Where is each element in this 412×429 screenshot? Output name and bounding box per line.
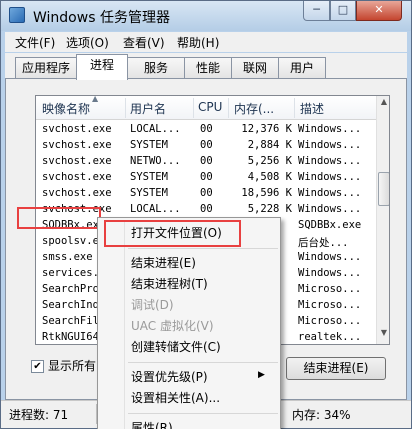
context-menu-item[interactable]: 结束进程(E): [131, 254, 196, 271]
menu-separator: [128, 248, 278, 249]
table-cell: 5,228 K: [247, 203, 292, 215]
table-cell: svchost.exe: [42, 171, 112, 183]
table-cell: SQDBBx.exe: [298, 219, 362, 231]
table-cell: 00: [200, 203, 213, 215]
column-divider[interactable]: [125, 98, 126, 118]
table-cell: Windows...: [298, 171, 362, 183]
table-cell: 2,884 K: [247, 139, 292, 151]
context-menu-item[interactable]: 设置优先级(P): [131, 368, 208, 385]
scroll-thumb[interactable]: [378, 172, 389, 206]
show-all-processes-toggle[interactable]: ✔ 显示所有: [31, 357, 96, 374]
menu-view[interactable]: 查看(V): [123, 34, 165, 51]
show-all-checkbox[interactable]: ✔: [31, 360, 44, 373]
table-cell: SYSTEM: [130, 139, 168, 151]
table-cell: svchost.exe: [42, 139, 112, 151]
list-header: 映像名称 ▲ 用户名 CPU 内存(... 描述: [36, 96, 376, 120]
table-cell: 00: [200, 155, 213, 167]
table-cell: Microso...: [298, 283, 362, 295]
tab-performance[interactable]: 性能: [184, 57, 232, 79]
tab-processes[interactable]: 进程: [76, 54, 128, 80]
context-menu: 打开文件位置(O) 结束进程(E) 结束进程树(T) 调试(D) UAC 虚拟化(V) 创…: [97, 217, 281, 429]
table-cell: Windows...: [298, 123, 362, 135]
context-menu-item[interactable]: 结束进程树(T): [131, 275, 208, 292]
table-cell: 00: [200, 123, 213, 135]
menu-options[interactable]: 选项(O): [66, 34, 109, 51]
table-row[interactable]: svchost.exe SYSTEM 00 4,508 K Windows...: [36, 170, 376, 186]
menu-file[interactable]: 文件(F): [15, 34, 55, 51]
task-manager-icon: [9, 7, 25, 23]
column-memory[interactable]: 内存(...: [234, 100, 274, 117]
table-cell: Windows...: [298, 267, 362, 279]
table-cell: 18,596 K: [241, 187, 292, 199]
table-cell: Windows...: [298, 203, 362, 215]
end-process-button[interactable]: 结束进程(E): [286, 357, 386, 380]
status-process-count: 进程数: 71: [9, 408, 69, 422]
menu-gutter: [124, 220, 125, 429]
scroll-down-icon[interactable]: ▼: [378, 328, 389, 342]
context-menu-item: UAC 虚拟化(V): [131, 319, 214, 333]
sort-up-icon: ▲: [92, 95, 99, 103]
table-cell: NETWO...: [130, 155, 181, 167]
table-cell: svchost.exe: [42, 187, 112, 199]
table-row[interactable]: svchost.exe SYSTEM 00 18,596 K Windows...: [36, 186, 376, 202]
vertical-scrollbar[interactable]: ▲ ▼: [376, 96, 389, 344]
table-cell: 后台处...: [298, 237, 349, 249]
context-menu-item: 调试(D): [131, 298, 174, 312]
task-manager-window: Windows 任务管理器 ─ □ ✕ 文件(F) 选项(O) 查看(V) 帮助…: [0, 0, 412, 429]
table-cell: 12,376 K: [241, 123, 292, 135]
column-description[interactable]: 描述: [300, 100, 324, 117]
menu-bar: 文件(F) 选项(O) 查看(V) 帮助(H): [5, 32, 407, 52]
context-menu-item[interactable]: 设置相关性(A)...: [131, 389, 220, 406]
column-image-name[interactable]: 映像名称: [42, 100, 90, 117]
close-button[interactable]: ✕: [356, 1, 402, 21]
table-cell: Windows...: [298, 155, 362, 167]
tab-networking[interactable]: 联网: [231, 57, 279, 79]
table-cell: Windows...: [298, 139, 362, 151]
table-cell: SYSTEM: [130, 187, 168, 199]
window-title: Windows 任务管理器: [33, 10, 170, 26]
table-cell: 4,508 K: [247, 171, 292, 183]
column-user-name[interactable]: 用户名: [130, 100, 166, 117]
table-cell: Windows...: [298, 187, 362, 199]
tab-strip: 应用程序 进程 服务 性能 联网 用户: [5, 53, 407, 80]
table-cell: realtek...: [298, 331, 362, 343]
table-row[interactable]: svchost.exe NETWO... 00 5,256 K Windows...: [36, 154, 376, 170]
highlight-open-file-location: [104, 220, 241, 247]
table-cell: LOCAL...: [130, 123, 181, 135]
tab-users[interactable]: 用户: [278, 57, 326, 79]
table-row[interactable]: svchost.exe SYSTEM 00 2,884 K Windows...: [36, 138, 376, 154]
column-divider[interactable]: [193, 98, 194, 118]
table-row[interactable]: svchost.exe LOCAL... 00 12,376 K Windows...: [36, 122, 376, 138]
table-cell: svchost.exe: [42, 123, 112, 135]
column-divider[interactable]: [228, 98, 229, 118]
highlight-selected-process: [17, 207, 101, 229]
table-cell: svchost.exe: [42, 155, 112, 167]
menu-help[interactable]: 帮助(H): [177, 34, 219, 51]
show-all-label: 显示所有: [48, 359, 97, 373]
maximize-button[interactable]: □: [330, 1, 356, 21]
column-cpu[interactable]: CPU: [198, 100, 222, 114]
status-memory: 内存: 34%: [292, 408, 351, 422]
context-menu-item[interactable]: 创建转储文件(C): [131, 338, 221, 355]
tab-services[interactable]: 服务: [127, 57, 185, 79]
scroll-up-icon[interactable]: ▲: [378, 97, 389, 111]
table-cell: Microso...: [298, 299, 362, 311]
menu-separator: [128, 362, 278, 363]
menu-separator: [128, 413, 278, 414]
table-cell: Microso...: [298, 315, 362, 327]
table-cell: 00: [200, 187, 213, 199]
table-cell: 5,256 K: [247, 155, 292, 167]
tab-applications[interactable]: 应用程序: [15, 57, 77, 79]
context-menu-item[interactable]: 属性(R): [131, 419, 173, 429]
table-cell: Windows...: [298, 251, 362, 263]
column-divider[interactable]: [294, 98, 295, 118]
submenu-arrow-icon: ▶: [258, 370, 265, 380]
minimize-button[interactable]: ─: [303, 1, 330, 21]
table-cell: 00: [200, 171, 213, 183]
table-cell: LOCAL...: [130, 203, 181, 215]
table-cell: SYSTEM: [130, 171, 168, 183]
table-cell: 00: [200, 139, 213, 151]
